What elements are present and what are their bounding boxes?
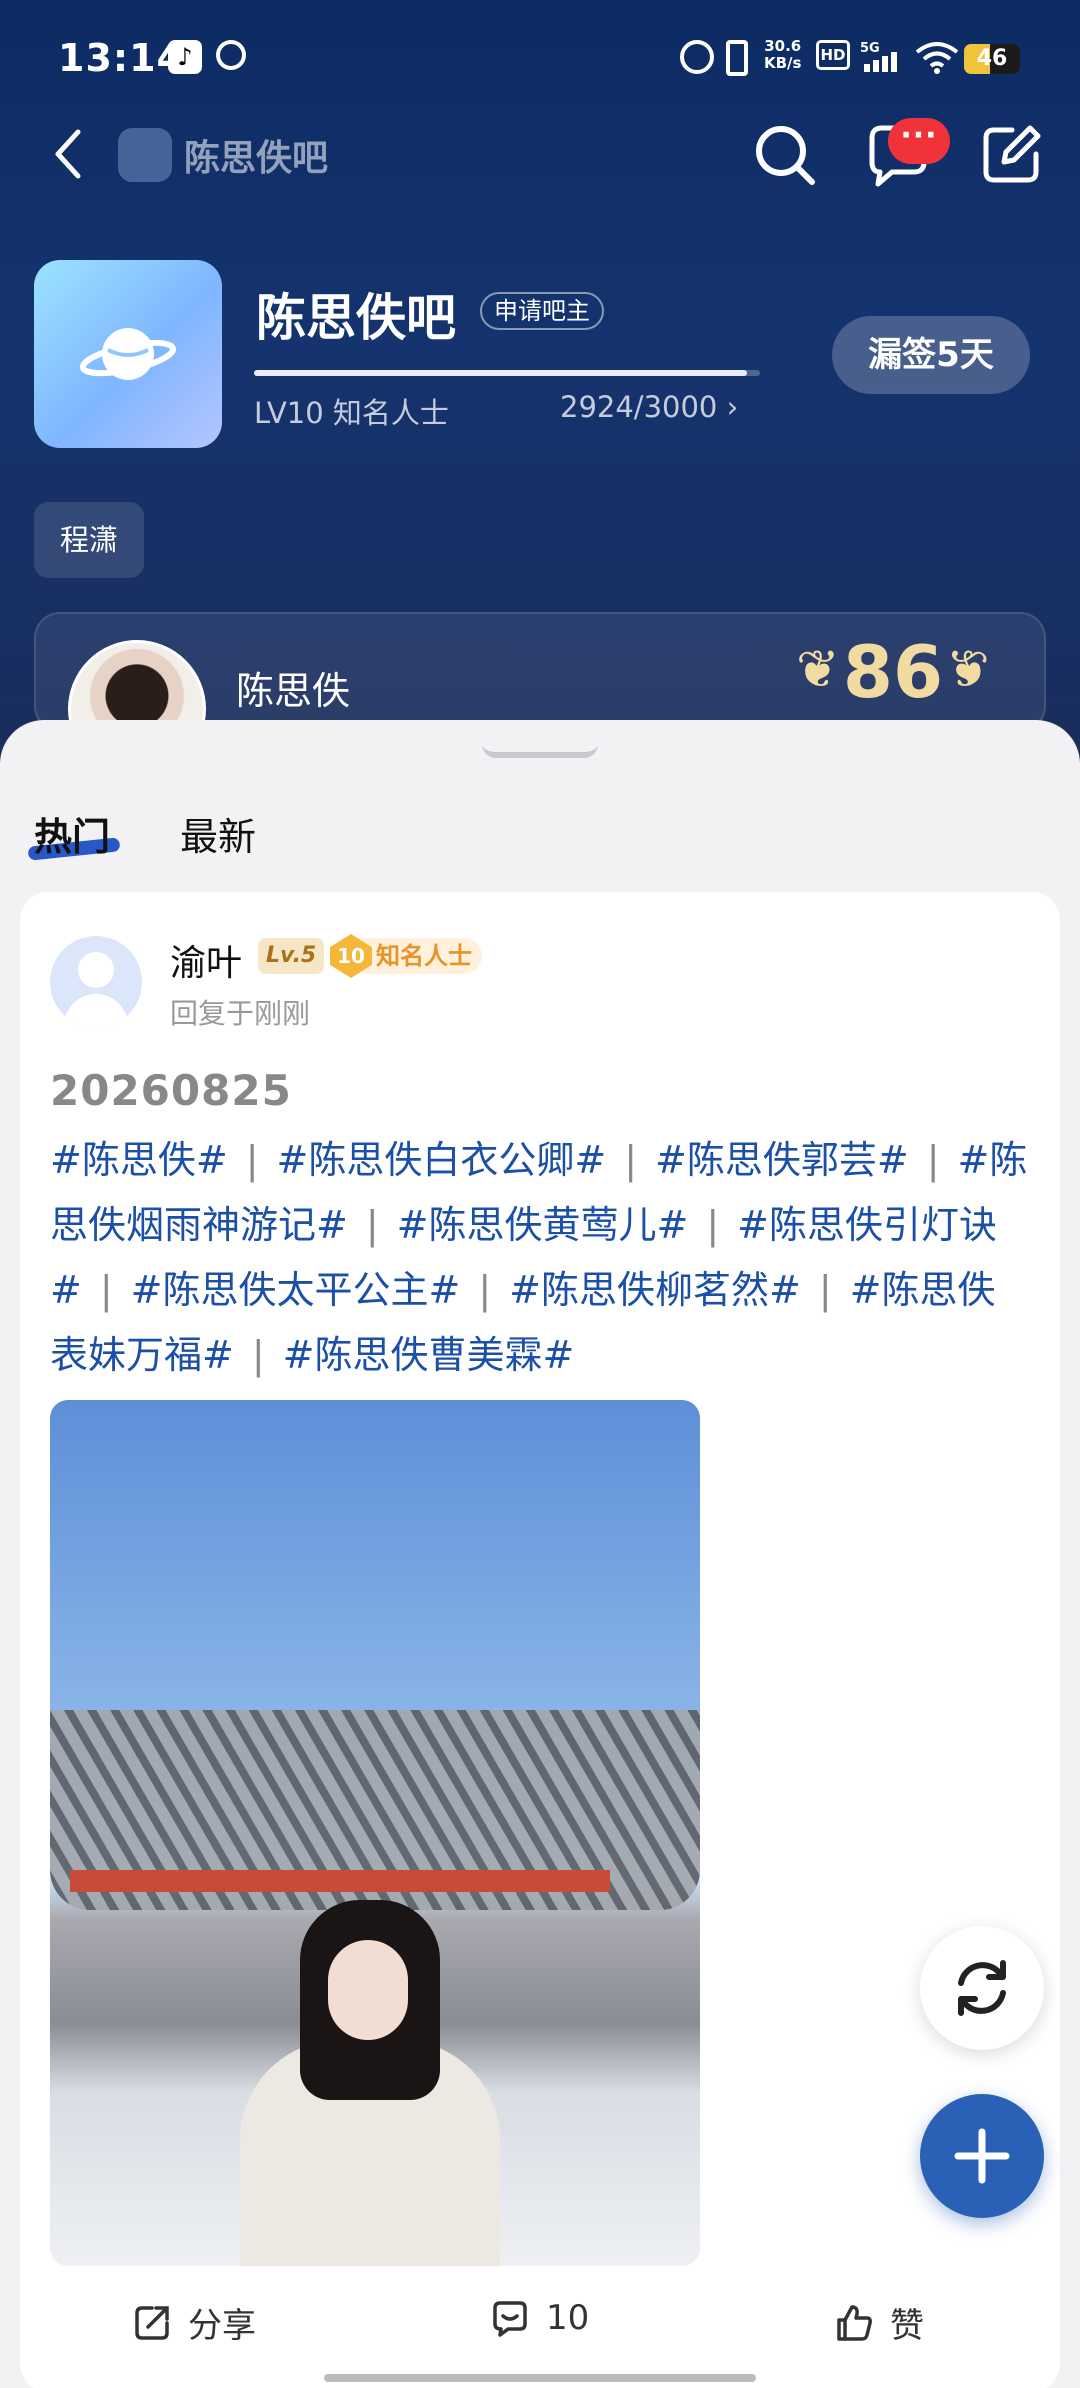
status-bar: 13:14 ♪ 30.6 KB/s HD 5G 46 [0,0,1080,110]
hashtag-separator: | [624,1138,637,1182]
tab-hot[interactable]: 热门 [34,806,110,861]
planet-icon [79,328,177,380]
thumbs-up-icon [837,2304,872,2341]
exp-label[interactable]: 2924/3000 › [560,390,738,424]
comment-icon [493,2301,527,2337]
message-badge: ··· [888,118,950,164]
photo-banner [70,1870,610,1892]
hashtag-separator: | [926,1138,940,1182]
like-button[interactable]: 赞 [834,2298,924,2347]
level-progress-bar [254,370,760,376]
search-icon [756,126,815,185]
reply-time: 回复于刚刚 [170,997,311,1030]
laurel-right-icon: ❦ [946,640,990,700]
level-label: LV10 知名人士 [254,396,449,430]
comment-button[interactable]: 10 [490,2298,589,2338]
clock-icon [216,40,246,70]
refresh-icon [958,1960,1006,2016]
status-time: 13:14 [58,36,184,80]
post-hashtags: #陈思佚# | #陈思佚白衣公卿# | #陈思佚郭芸# | #陈思佚烟雨神游记# | #陈思佚黄… [50,1128,1030,1388]
hashtag-link[interactable]: #陈思佚# [50,1138,228,1182]
hashtag-link[interactable]: #陈思佚白衣公卿# [277,1138,607,1182]
hashtag-link[interactable]: #陈思佚曹美霖# [283,1333,575,1377]
tab-latest[interactable]: 最新 [180,806,256,861]
hashtag-separator: | [99,1268,113,1312]
chevron-left-icon [55,129,81,179]
user-avatar[interactable] [50,936,142,1028]
share-icon [135,2305,169,2340]
wifi-icon [914,40,960,74]
hashtag-link[interactable]: #陈思佚柳茗然# [509,1268,801,1312]
network-speed: 30.6 KB/s [764,37,802,72]
apply-owner-button[interactable]: 申请吧主 [480,292,604,330]
forum-name: 陈思佚吧 [256,289,456,347]
forum-avatar[interactable] [34,260,222,448]
hashtag-link[interactable]: #陈思佚黄莺儿# [397,1203,689,1247]
svg-text:5G: 5G [860,41,880,56]
add-post-button[interactable] [920,2094,1044,2218]
photo-person [240,1900,500,2266]
compose-button[interactable] [976,120,1046,190]
home-indicator[interactable] [324,2374,756,2382]
back-button[interactable] [48,124,88,184]
hashtag-separator: | [245,1138,259,1182]
hashtag-link[interactable]: #陈思佚太平公主# [131,1268,461,1312]
post-author[interactable]: 渝叶 [170,934,242,986]
hashtag-separator: | [478,1268,492,1312]
post-date: 20260825 [50,1066,292,1115]
nav-forum-title[interactable]: 陈思佚吧 [118,128,328,182]
alarm-icon [680,40,714,74]
post-photo[interactable] [50,1400,700,2266]
share-button[interactable]: 分享 [132,2298,256,2347]
plus-icon [954,2128,1010,2184]
level-badge: Lv.5 [258,938,325,974]
forum-mini-icon [118,128,172,182]
battery-indicator: 46 [964,44,1020,74]
hashtag-link[interactable]: #陈思佚郭芸# [655,1138,909,1182]
sheet-handle[interactable] [482,744,598,758]
refresh-button[interactable] [920,1926,1044,2050]
hashtag-separator: | [706,1203,720,1247]
edit-icon [983,125,1041,183]
level-progress-fill [254,370,748,376]
search-button[interactable] [750,120,820,190]
signal-icon: 5G [860,40,904,74]
star-name: 陈思佚 [236,669,351,713]
tiktok-icon: ♪ [168,40,202,74]
hashtag-separator: | [251,1333,265,1377]
vibrate-icon [726,40,748,76]
hashtag-separator: | [365,1203,379,1247]
related-tag-chip[interactable]: 程潇 [34,502,144,578]
hashtag-separator: | [818,1268,832,1312]
hd-icon: HD [816,40,850,70]
signin-button[interactable]: 漏签5天 [832,316,1030,394]
